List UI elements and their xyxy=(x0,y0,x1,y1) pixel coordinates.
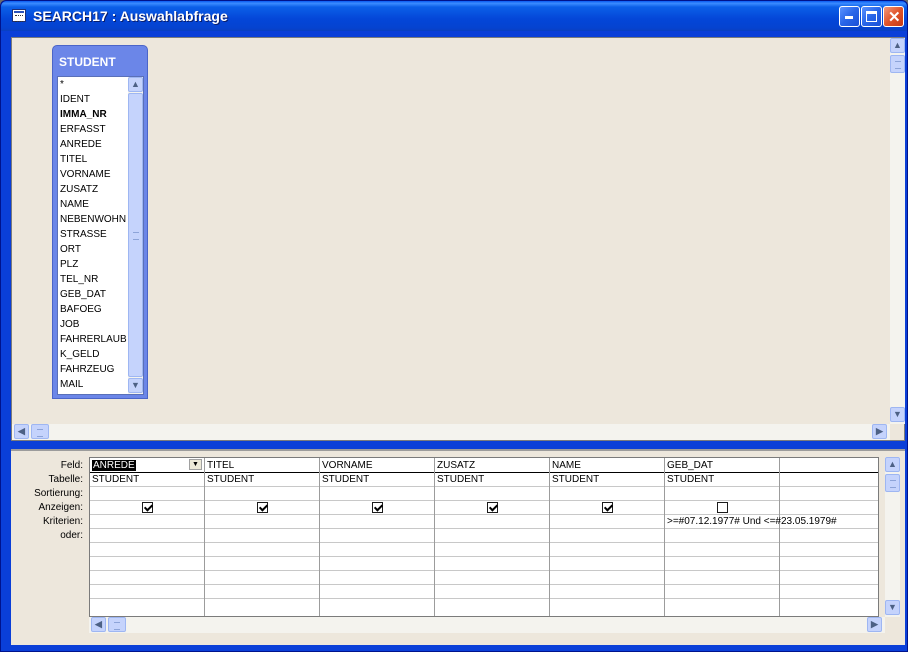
table-cell[interactable]: STUDENT xyxy=(550,473,599,486)
right-arrow-icon[interactable]: ▶ xyxy=(867,617,882,632)
grid-h-thumb[interactable] xyxy=(108,617,126,632)
show-checkbox[interactable] xyxy=(487,502,498,513)
grid-horizontal-scrollbar[interactable]: ◀ ▶ xyxy=(89,617,885,633)
query-icon[interactable] xyxy=(12,9,26,22)
upper-vertical-scrollbar[interactable]: ▲ ▼ xyxy=(890,38,905,424)
criteria-cell[interactable]: >=#07.12.1977# Und <=#23.05.1979# xyxy=(665,515,837,528)
field-name: TITEL xyxy=(207,460,235,471)
grid-column[interactable] xyxy=(780,458,895,616)
field-name: ANREDE xyxy=(92,460,136,471)
left-arrow-icon[interactable]: ◀ xyxy=(91,617,106,632)
field-list-scrollbar[interactable]: ▲ ▼ xyxy=(128,77,143,394)
grid-row-label: Sortierung: xyxy=(34,488,83,499)
down-arrow-icon[interactable]: ▼ xyxy=(128,378,143,393)
close-icon: ✕ xyxy=(888,9,901,26)
field-list-title[interactable]: STUDENT xyxy=(59,55,116,69)
table-field-list[interactable]: STUDENT * IDENT IMMA_NR ERFASST ANREDE TITEL V… xyxy=(52,45,148,399)
maximize-button[interactable] xyxy=(861,6,882,27)
grid-v-thumb[interactable] xyxy=(885,474,900,492)
table-cell[interactable]: STUDENT xyxy=(90,473,139,486)
query-design-grid[interactable]: ANREDE ▼ STUDENT TITEL STUDENT VORNAME STUDENT… xyxy=(89,457,895,617)
field-cell[interactable]: ZUSATZ xyxy=(435,459,475,472)
title-bar[interactable]: SEARCH17 : Auswahlabfrage ✕ xyxy=(1,1,907,31)
show-checkbox[interactable] xyxy=(602,502,613,513)
minimize-icon xyxy=(845,16,853,19)
down-arrow-icon[interactable]: ▼ xyxy=(890,407,905,422)
field-list-thumb[interactable] xyxy=(128,93,143,377)
show-checkbox[interactable] xyxy=(717,502,728,513)
minimize-button[interactable] xyxy=(839,6,860,27)
up-arrow-icon[interactable]: ▲ xyxy=(890,38,905,53)
upper-v-thumb[interactable] xyxy=(890,55,905,73)
query-window: SEARCH17 : Auswahlabfrage ✕ ▲ ▼ ◀ ▶ STUD… xyxy=(0,0,908,652)
right-arrow-icon[interactable]: ▶ xyxy=(872,424,887,439)
field-cell[interactable]: NAME xyxy=(550,459,581,472)
grid-row-labels: Feld: Tabelle: Sortierung: Anzeigen: Kriteri… xyxy=(11,459,83,543)
maximize-icon xyxy=(866,11,877,22)
left-arrow-icon[interactable]: ◀ xyxy=(14,424,29,439)
field-name: GEB_DAT xyxy=(667,460,713,471)
table-cell[interactable]: STUDENT xyxy=(205,473,254,486)
field-name: NAME xyxy=(552,460,581,471)
close-button[interactable]: ✕ xyxy=(883,6,904,27)
table-cell[interactable]: STUDENT xyxy=(435,473,484,486)
field-name: ZUSATZ xyxy=(437,460,476,471)
upper-horizontal-scrollbar[interactable]: ◀ ▶ xyxy=(12,424,890,440)
show-checkbox[interactable] xyxy=(142,502,153,513)
grid-row-label: Kriterien: xyxy=(42,516,83,527)
field-name: VORNAME xyxy=(322,460,373,471)
up-arrow-icon[interactable]: ▲ xyxy=(885,457,900,472)
table-cell[interactable]: STUDENT xyxy=(320,473,369,486)
grid-row-label: oder: xyxy=(60,530,83,541)
show-checkbox[interactable] xyxy=(257,502,268,513)
down-arrow-icon[interactable]: ▼ xyxy=(885,600,900,615)
field-cell[interactable]: VORNAME xyxy=(320,459,373,472)
upper-h-thumb[interactable] xyxy=(31,424,49,439)
field-cell[interactable]: ANREDE xyxy=(90,459,136,472)
show-checkbox[interactable] xyxy=(372,502,383,513)
grid-row-label: Tabelle: xyxy=(48,474,83,485)
field-cell[interactable]: GEB_DAT xyxy=(665,459,713,472)
grid-row-label: Feld: xyxy=(60,460,83,471)
up-arrow-icon[interactable]: ▲ xyxy=(128,77,143,92)
grid-vertical-scrollbar[interactable]: ▲ ▼ xyxy=(885,457,900,617)
table-cell[interactable]: STUDENT xyxy=(665,473,714,486)
grid-row-label: Anzeigen: xyxy=(38,502,83,513)
dropdown-arrow-icon[interactable]: ▼ xyxy=(189,459,202,470)
window-title: SEARCH17 : Auswahlabfrage xyxy=(33,8,228,24)
field-cell[interactable]: TITEL xyxy=(205,459,234,472)
field-list-body[interactable]: * IDENT IMMA_NR ERFASST ANREDE TITEL VORNAME ZU… xyxy=(57,76,144,395)
